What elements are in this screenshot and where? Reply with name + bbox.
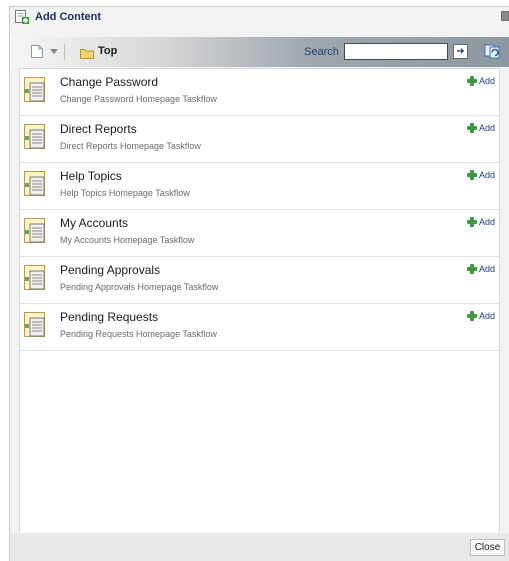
add-content-icon	[15, 10, 29, 24]
add-button[interactable]: Add	[466, 76, 495, 86]
content-list: Change Password Change Password Homepage…	[19, 68, 500, 534]
item-title: Direct Reports	[60, 122, 137, 136]
close-button[interactable]: Close	[470, 539, 505, 556]
list-item: Change Password Change Password Homepage…	[20, 69, 499, 116]
search-label: Search	[304, 46, 339, 58]
add-button[interactable]: Add	[466, 311, 495, 321]
plus-icon	[466, 76, 477, 86]
item-description: Change Password Homepage Taskflow	[60, 94, 217, 104]
toolbar-divider	[64, 44, 65, 60]
item-description: My Accounts Homepage Taskflow	[60, 235, 195, 245]
list-item: Direct Reports Direct Reports Homepage T…	[20, 116, 499, 163]
folder-icon[interactable]	[80, 46, 94, 59]
taskflow-icon	[24, 265, 50, 293]
add-button[interactable]: Add	[466, 123, 495, 133]
dialog-titlebar: Add Content	[10, 7, 509, 27]
list-item: My Accounts My Accounts Homepage Taskflo…	[20, 210, 499, 257]
chevron-down-icon[interactable]	[50, 49, 58, 54]
item-description: Direct Reports Homepage Taskflow	[60, 141, 201, 151]
taskflow-icon	[24, 124, 50, 152]
add-button[interactable]: Add	[466, 170, 495, 180]
plus-icon	[466, 217, 477, 227]
item-title: Help Topics	[60, 169, 122, 183]
plus-icon	[466, 123, 477, 133]
go-arrow-icon[interactable]: ➜	[453, 44, 468, 59]
add-button[interactable]: Add	[466, 264, 495, 274]
toolbar: Top Search ➜	[10, 37, 509, 67]
item-description: Pending Approvals Homepage Taskflow	[60, 282, 219, 292]
taskflow-icon	[24, 77, 50, 105]
item-description: Pending Requests Homepage Taskflow	[60, 329, 217, 339]
add-label: Add	[478, 264, 495, 274]
add-label: Add	[478, 123, 495, 133]
plus-icon	[466, 264, 477, 274]
add-content-dialog: Add Content Top Search ➜ Change Password…	[9, 6, 509, 561]
item-title: Pending Approvals	[60, 263, 161, 277]
item-title: Pending Requests	[60, 310, 159, 324]
add-button[interactable]: Add	[466, 217, 495, 227]
search-input[interactable]	[344, 43, 448, 60]
list-item: Pending Approvals Pending Approvals Home…	[20, 257, 499, 304]
taskflow-icon	[24, 218, 50, 246]
refresh-icon[interactable]	[484, 43, 500, 59]
list-item: Pending Requests Pending Requests Homepa…	[20, 304, 499, 351]
dialog-footer: Close	[10, 533, 509, 561]
item-description: Help Topics Homepage Taskflow	[60, 188, 190, 198]
dialog-title: Add Content	[35, 11, 101, 23]
document-icon[interactable]	[31, 45, 43, 58]
add-label: Add	[478, 311, 495, 321]
item-title: Change Password	[60, 75, 159, 89]
plus-icon	[466, 311, 477, 321]
list-item: Help Topics Help Topics Homepage Taskflo…	[20, 163, 499, 210]
item-title: My Accounts	[60, 216, 129, 230]
add-label: Add	[478, 76, 495, 86]
add-label: Add	[478, 217, 495, 227]
close-icon[interactable]	[501, 11, 509, 21]
taskflow-icon	[24, 312, 50, 340]
plus-icon	[466, 170, 477, 180]
add-label: Add	[478, 170, 495, 180]
taskflow-icon	[24, 171, 50, 199]
breadcrumb-top[interactable]: Top	[98, 45, 117, 57]
